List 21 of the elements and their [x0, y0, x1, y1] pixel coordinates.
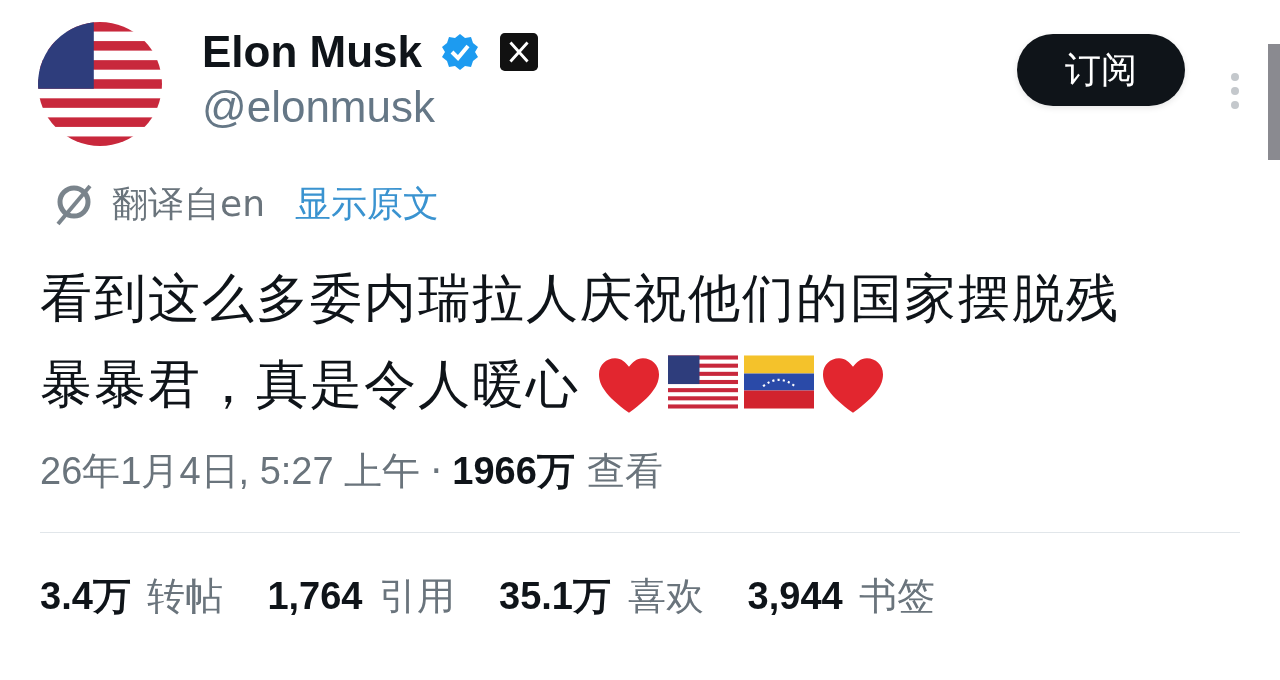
separator-dot: ·	[430, 449, 443, 493]
subscribe-button[interactable]: 订阅	[1017, 34, 1185, 106]
more-icon	[1230, 72, 1240, 110]
x-logo-icon	[500, 33, 539, 71]
author-handle: @elonmusk	[202, 82, 436, 132]
heart-icon	[596, 355, 662, 415]
translation-label: 翻译自en	[112, 181, 265, 226]
author-name: Elon Musk	[202, 27, 423, 77]
scrollbar[interactable]	[1268, 44, 1280, 160]
post-date: 26年1月4日, 5:27 上午	[40, 448, 421, 494]
tweet-text-line: 看到这么多委内瑞拉人庆祝他们的国家摆脱残	[40, 267, 1120, 330]
stat-link[interactable]: 3.4万 转帖	[40, 571, 224, 622]
stat-link[interactable]: 35.1万 喜欢	[499, 571, 704, 622]
flag-icon	[668, 355, 738, 409]
stat-link[interactable]: 1,764 引用	[267, 571, 456, 622]
flag-icon	[744, 355, 814, 409]
views-label: 查看	[586, 447, 663, 495]
heart-icon	[820, 355, 886, 415]
stat-link[interactable]: 3,944 书签	[747, 571, 936, 622]
tweet-text-line: 暴暴君，真是令人暖心	[40, 353, 580, 416]
view-count: 1966万	[452, 448, 575, 494]
